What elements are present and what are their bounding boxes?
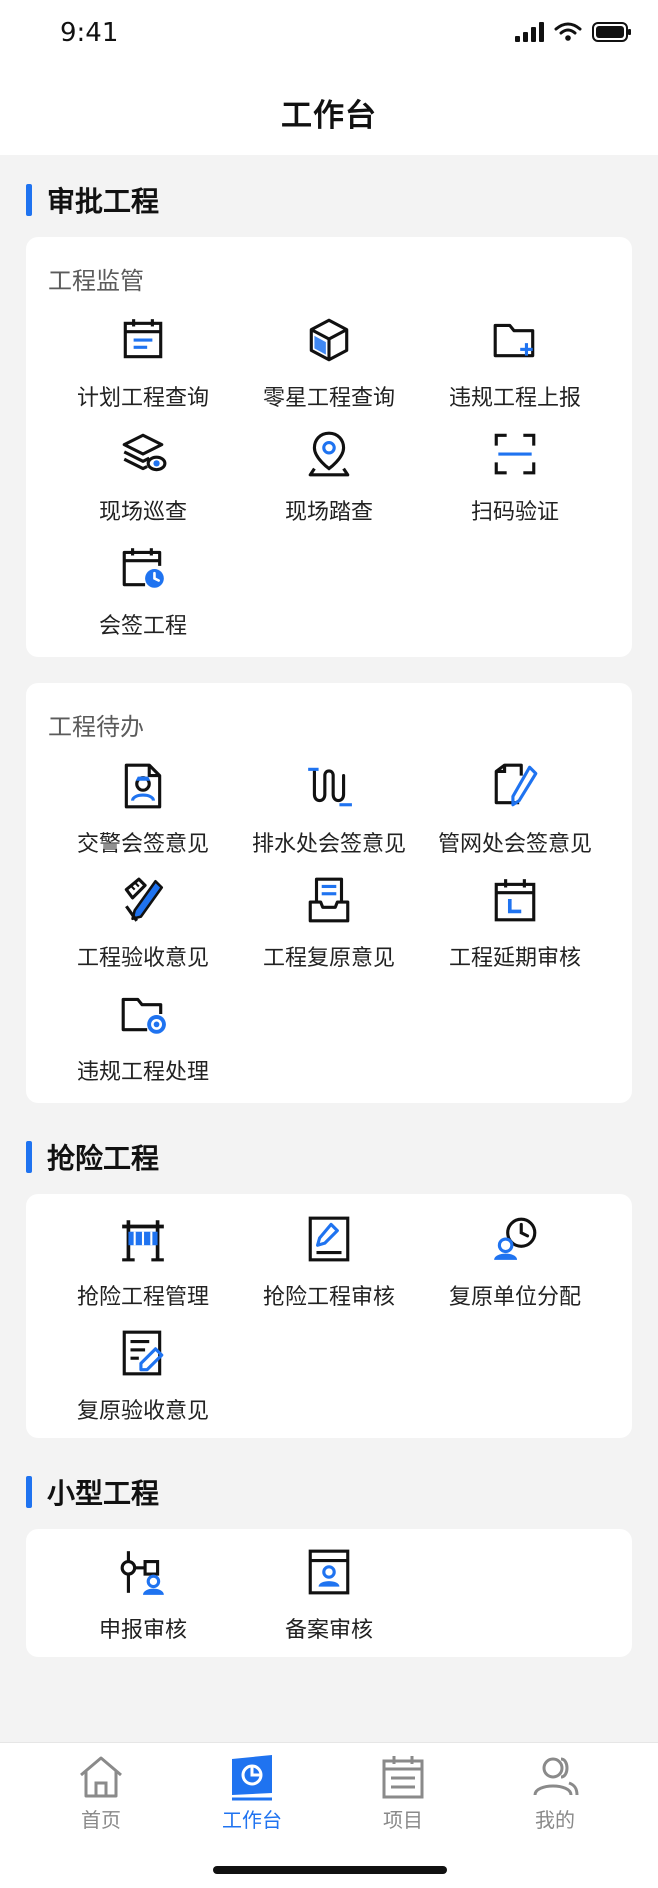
grid-item-countersign-project[interactable]: 会签工程 [49, 543, 237, 651]
calendar-list-icon [382, 1756, 424, 1799]
grid-item-label: 计划工程查询 [76, 386, 209, 411]
grid-item-emergency-management[interactable]: 抢险工程管理 [49, 1214, 237, 1322]
grid-item-label: 复原验收意见 [76, 1399, 209, 1424]
grid-item-label: 现场踏查 [284, 500, 373, 525]
grid-item-label: 备案审核 [284, 1618, 373, 1643]
grid-item-scan-verify[interactable]: 扫码验证 [421, 429, 609, 537]
grid-item-violation-handling[interactable]: 违规工程处理 [49, 989, 237, 1097]
calendar-clock-icon [122, 548, 164, 588]
card-todo-subtitle: 工程待办 [48, 713, 144, 741]
page-title: 工作台 [281, 98, 377, 134]
grid-item-filing-review[interactable]: 备案审核 [235, 1547, 423, 1655]
grid-item-restore-acceptance[interactable]: 复原验收意见 [49, 1328, 237, 1436]
user-clock-icon [494, 1217, 537, 1260]
grid-item-sporadic-query[interactable]: 零星工程查询 [235, 315, 423, 423]
section-small-title: 小型工程 [47, 1477, 160, 1510]
status-bar: 9:41 [0, 0, 658, 70]
battery-icon [592, 22, 631, 42]
section-emergency-title: 抢险工程 [47, 1142, 160, 1175]
section-accent-bar [26, 184, 32, 216]
note-pen-icon [494, 763, 538, 807]
grid-item-emergency-review[interactable]: 抢险工程审核 [235, 1214, 423, 1322]
card-project-supervision: 工程监管 计划工程查询 零星工程查询 违规工程上报 现场巡查 现场踏查 扫码验证… [26, 237, 632, 657]
grid-item-label: 违规工程处理 [76, 1060, 209, 1085]
grid-item-label: 抢险工程管理 [76, 1285, 209, 1310]
tab-label: 我的 [535, 1808, 575, 1832]
card-project-todo: 工程待办 交警会签意见 排水处会签意见 管网处会签意见 工程验收意见 工程复原意… [26, 683, 632, 1103]
card-emergency: 抢险工程管理 抢险工程审核 复原单位分配 复原验收意见 [26, 1194, 632, 1438]
grid-item-site-survey[interactable]: 现场踏查 [235, 429, 423, 537]
grid-item-police-opinion[interactable]: 交警会签意见 [49, 761, 237, 869]
location-pin-icon [308, 431, 350, 477]
grid-item-violation-report[interactable]: 违规工程上报 [421, 315, 609, 423]
section-accent-bar [26, 1476, 32, 1508]
grid-item-label: 现场巡查 [98, 500, 187, 525]
grid-item-label: 交警会签意见 [76, 832, 209, 857]
section-small-header: 小型工程 [26, 1475, 160, 1510]
scan-icon [494, 433, 536, 475]
layers-eye-icon [122, 433, 167, 472]
dashboard-icon [232, 1755, 272, 1801]
home-icon [80, 1756, 122, 1798]
grid-item-label: 工程验收意见 [76, 946, 209, 971]
grid-item-pipeline-opinion[interactable]: 管网处会签意见 [421, 761, 609, 869]
tab-mine[interactable]: 我的 [495, 1753, 615, 1843]
grid-item-label: 申报审核 [98, 1618, 187, 1643]
tab-label: 首页 [81, 1808, 121, 1832]
folder-add-icon [493, 323, 535, 358]
grid-item-label: 违规工程上报 [448, 386, 581, 411]
users-icon [533, 1757, 579, 1796]
grid-item-extension-review[interactable]: 工程延期审核 [421, 875, 609, 983]
grid-item-label: 会签工程 [98, 614, 187, 639]
wifi-icon [554, 22, 582, 41]
cube-icon [309, 318, 349, 362]
navigation-bar: 工作台 [0, 70, 658, 155]
grid-item-restore-unit-assign[interactable]: 复原单位分配 [421, 1214, 609, 1322]
document-tray-icon [308, 877, 350, 923]
grid-item-label: 排水处会签意见 [251, 832, 406, 857]
flow-user-icon [120, 1551, 164, 1595]
grid-item-label: 零星工程查询 [262, 386, 395, 411]
tab-label: 项目 [383, 1808, 423, 1832]
grid-item-restoration-opinion[interactable]: 工程复原意见 [235, 875, 423, 983]
signal-icon [515, 22, 544, 42]
grid-item-label: 工程延期审核 [448, 946, 581, 971]
grid-item-label: 管网处会签意见 [437, 832, 592, 857]
section-approval-header: 审批工程 [26, 183, 160, 218]
grid-item-label: 扫码验证 [470, 500, 559, 525]
edit-document-icon [308, 1216, 350, 1262]
barrier-icon [122, 1220, 164, 1262]
grid-item-acceptance-opinion[interactable]: 工程验收意见 [49, 875, 237, 983]
status-icons [514, 22, 632, 42]
workbench-screen: 9:41 工作台 审批工程 工程监管 计划工程查询 零星工程查询 违规工程上报 … [0, 0, 658, 1888]
folder-gear-icon [121, 997, 166, 1034]
ruler-pen-icon [124, 877, 164, 922]
tab-projects[interactable]: 项目 [343, 1753, 463, 1843]
police-document-icon [124, 763, 162, 809]
tab-label: 工作台 [222, 1808, 282, 1832]
grid-item-site-patrol[interactable]: 现场巡查 [49, 429, 237, 537]
window-user-icon [308, 1549, 350, 1595]
grid-item-plan-query[interactable]: 计划工程查询 [49, 315, 237, 423]
tab-workbench[interactable]: 工作台 [192, 1753, 312, 1843]
grid-item-declaration-review[interactable]: 申报审核 [49, 1547, 237, 1655]
document-edit-icon [122, 1330, 164, 1376]
status-time: 9:41 [60, 18, 119, 48]
home-indicator [213, 1866, 447, 1874]
grid-item-label: 抢险工程审核 [262, 1285, 395, 1310]
grid-item-drainage-opinion[interactable]: 排水处会签意见 [235, 761, 423, 869]
grid-item-label: 复原单位分配 [448, 1285, 581, 1310]
section-approval-title: 审批工程 [47, 185, 160, 218]
section-accent-bar [26, 1141, 32, 1173]
calendar-l-icon [494, 879, 536, 922]
drainage-pipe-icon [308, 767, 352, 807]
card-supervision-subtitle: 工程监管 [48, 267, 144, 295]
grid-item-label: 工程复原意见 [262, 946, 395, 971]
tab-home[interactable]: 首页 [41, 1753, 161, 1843]
calendar-list-icon [123, 319, 163, 359]
card-small-project: 申报审核 备案审核 [26, 1529, 632, 1657]
section-emergency-header: 抢险工程 [26, 1140, 160, 1175]
